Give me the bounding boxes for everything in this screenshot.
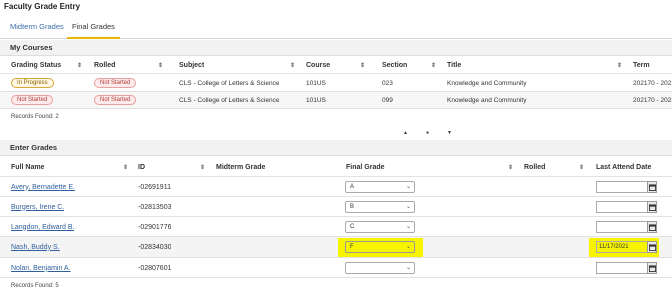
status-badge: In Progress [11,78,54,88]
col-title[interactable]: Title [447,58,461,73]
col-grading-status[interactable]: Grading Status [11,58,61,73]
title-cell: Knowledge and Community [447,79,527,87]
student-name-link[interactable]: Burgers, Irene C. [11,198,64,216]
student-name-link[interactable]: Nash, Buddy S. [11,237,60,257]
term-cell: 202170 - 2021 [633,96,672,104]
final-grade-select[interactable]: C ⌄ [345,221,415,233]
col-last-attend-date[interactable]: Last Attend Date [596,158,651,176]
col-subject[interactable]: Subject [179,58,204,73]
chevron-down-icon: ⌄ [405,265,411,271]
col-term[interactable]: Term [633,58,650,73]
sort-icon[interactable]: ⇕ [158,58,163,73]
final-grade-select[interactable]: F ⌄ [345,241,415,253]
chevron-down-icon: ⌄ [405,204,411,210]
course-cell: 101US [306,79,326,87]
chevron-down-icon: ⌄ [405,244,411,250]
sort-icon[interactable]: ⇕ [77,58,82,73]
course-row[interactable]: In Progress Not Started CLS - College of… [0,75,672,92]
tab-final-grades[interactable]: Final Grades [67,17,120,39]
courses-records-found: Records Found: 2 [11,114,59,120]
calendar-icon [648,223,656,231]
sort-icon[interactable]: ⇕ [290,58,295,73]
sort-icon[interactable]: ⇕ [508,158,513,176]
final-grade-select[interactable]: ⌄ [345,262,415,274]
tab-bar: Midterm Grades Final Grades [0,17,672,39]
sort-icon[interactable]: ⇕ [123,158,128,176]
title-cell: Knowledge and Community [447,96,527,104]
student-id: -02807601 [138,264,172,272]
courses-header-row: Grading Status ⇕ Rolled ⇕ Subject ⇕ Cour… [0,58,672,74]
student-id: -02691911 [138,183,171,191]
final-grade-select[interactable]: A ⌄ [345,181,415,193]
col-course[interactable]: Course [306,58,330,73]
subject-cell: CLS - College of Letters & Science [179,96,280,104]
col-final-grade[interactable]: Final Grade [346,158,385,176]
col-id[interactable]: ID [138,158,145,176]
student-id: -02834030 [138,243,172,251]
col-rolled[interactable]: Rolled [524,158,545,176]
grades-header-row: Full Name ⇕ ID ⇕ Midterm Grade Final Gra… [0,158,672,177]
enter-grades-heading: Enter Grades [0,140,672,156]
calendar-icon [648,264,656,272]
grade-row: Nolan, Benjamin A. -02807601 ⌄ [0,259,672,278]
rolled-badge: Not Started [94,78,137,88]
status-badge: Not Started [11,95,54,105]
student-name-link[interactable]: Langdon, Edward B. [11,218,74,236]
last-attend-date-input[interactable] [596,181,649,193]
term-cell: 202170 - 2021 [633,79,672,87]
student-id: -02813503 [138,203,172,211]
section-cell: 023 [382,79,393,87]
page-title: Faculty Grade Entry [4,2,81,11]
final-grade-select[interactable]: B ⌄ [345,201,415,213]
course-row[interactable]: Not Started Not Started CLS - College of… [0,92,672,109]
section-cell: 099 [382,96,393,104]
course-cell: 101US [306,96,326,104]
chevron-down-icon: ⌄ [405,184,411,190]
col-rolled[interactable]: Rolled [94,58,115,73]
calendar-icon [648,243,656,251]
sort-icon[interactable]: ⇕ [431,58,436,73]
calendar-button[interactable] [647,241,657,253]
last-attend-date-input[interactable] [596,201,649,213]
last-attend-date-input[interactable] [596,221,649,233]
last-attend-date-input[interactable] [596,262,649,274]
calendar-button[interactable] [647,262,657,274]
expand-down-icon[interactable]: ▼ [447,129,452,137]
col-section[interactable]: Section [382,58,407,73]
calendar-button[interactable] [647,181,657,193]
calendar-icon [648,203,656,211]
grade-row: Burgers, Irene C. -02813503 B ⌄ [0,198,672,217]
subject-cell: CLS - College of Letters & Science [179,79,280,87]
sort-icon[interactable]: ⇕ [200,158,205,176]
grade-row: Langdon, Edward B. -02901776 C ⌄ [0,218,672,237]
student-name-link[interactable]: Nolan, Benjamin A. [11,259,71,277]
student-id: -02901776 [138,223,172,231]
sort-icon[interactable]: ⇕ [579,158,584,176]
sort-icon[interactable]: ⇕ [360,58,365,73]
grade-row-highlighted: Nash, Buddy S. -02834030 F ⌄ 11/17/2021 [0,237,672,258]
restore-icon[interactable]: ● [426,129,429,137]
grades-records-found: Records Found: 5 [11,283,59,289]
calendar-button[interactable] [647,201,657,213]
grade-row: Avery, Bernadette E. -02691911 A ⌄ [0,178,672,197]
chevron-down-icon: ⌄ [405,224,411,230]
panel-splitter[interactable]: ▲ ● ▼ [0,129,672,137]
col-full-name[interactable]: Full Name [11,158,44,176]
rolled-badge: Not Started [94,95,137,105]
student-name-link[interactable]: Avery, Bernadette E. [11,178,75,196]
tab-midterm-grades[interactable]: Midterm Grades [5,17,69,39]
sort-icon[interactable]: ⇕ [617,58,622,73]
calendar-icon [648,183,656,191]
my-courses-heading: My Courses [0,40,672,56]
calendar-button[interactable] [647,221,657,233]
last-attend-date-input[interactable]: 11/17/2021 [596,241,649,253]
col-midterm-grade[interactable]: Midterm Grade [216,158,265,176]
collapse-up-icon[interactable]: ▲ [403,129,408,137]
